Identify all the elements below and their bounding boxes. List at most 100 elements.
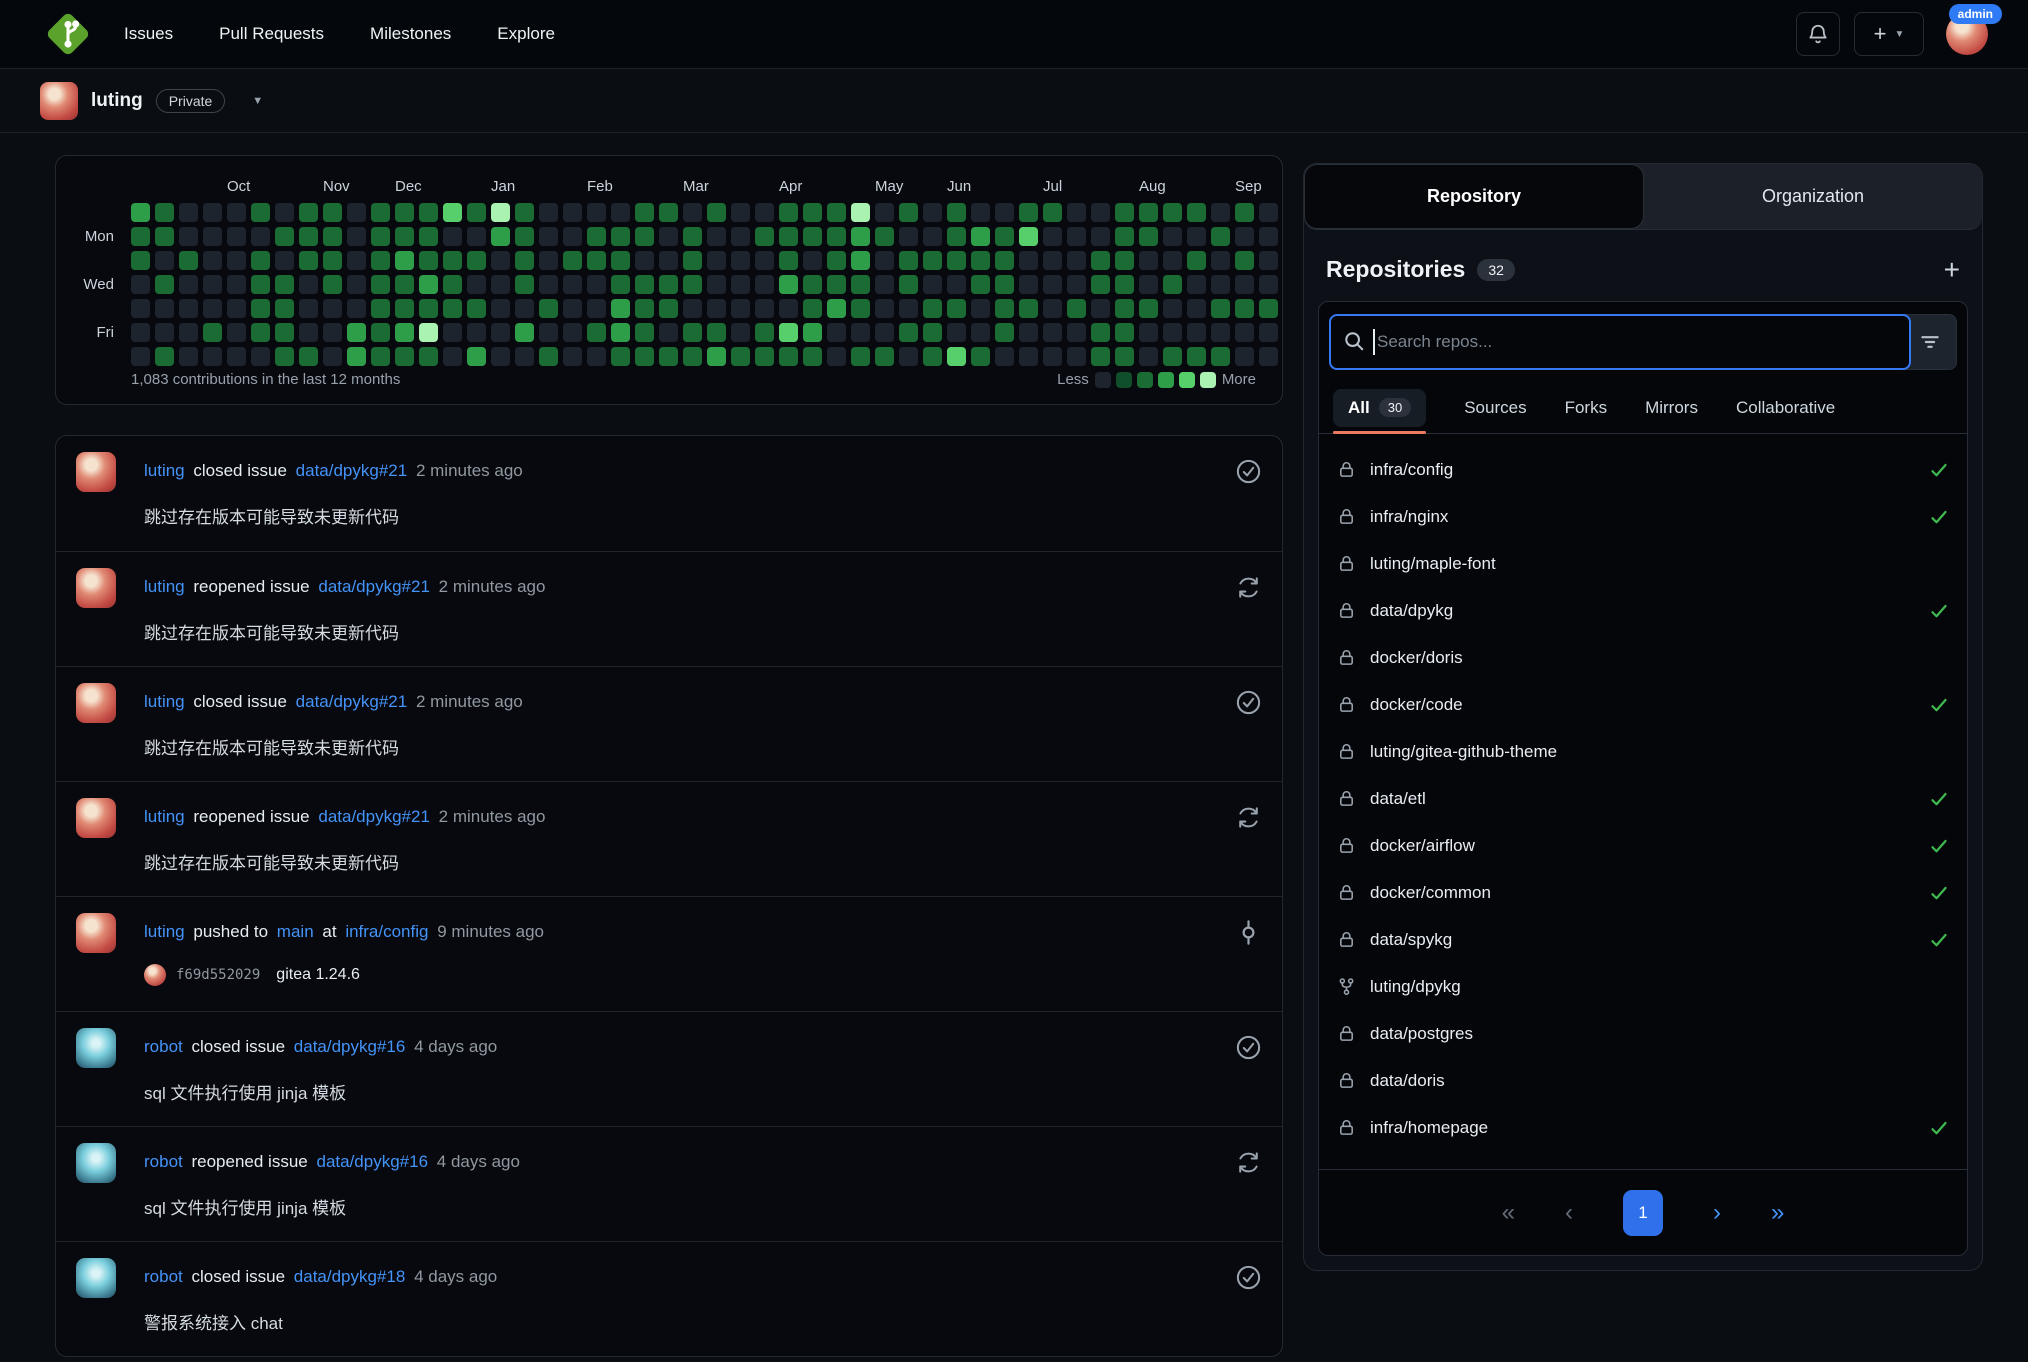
heatmap-cell[interactable] bbox=[1139, 299, 1158, 318]
heatmap-cell[interactable] bbox=[539, 299, 558, 318]
heatmap-cell[interactable] bbox=[467, 203, 486, 222]
heatmap-cell[interactable] bbox=[539, 251, 558, 270]
repo-row[interactable]: infra/nginx bbox=[1319, 493, 1967, 540]
heatmap-cell[interactable] bbox=[635, 227, 654, 246]
heatmap-cell[interactable] bbox=[1043, 251, 1062, 270]
heatmap-cell[interactable] bbox=[755, 227, 774, 246]
heatmap-cell[interactable] bbox=[251, 203, 270, 222]
heatmap-cell[interactable] bbox=[347, 275, 366, 294]
heatmap-cell[interactable] bbox=[323, 323, 342, 342]
actor-link[interactable]: robot bbox=[144, 1152, 183, 1171]
heatmap-cell[interactable] bbox=[443, 251, 462, 270]
heatmap-cell[interactable] bbox=[1235, 299, 1254, 318]
heatmap-cell[interactable] bbox=[419, 323, 438, 342]
heatmap-cell[interactable] bbox=[659, 251, 678, 270]
heatmap-cell[interactable] bbox=[611, 251, 630, 270]
heatmap-cell[interactable] bbox=[227, 251, 246, 270]
actor-link[interactable]: luting bbox=[144, 692, 185, 711]
heatmap-cell[interactable] bbox=[995, 251, 1014, 270]
heatmap-cell[interactable] bbox=[275, 299, 294, 318]
heatmap-cell[interactable] bbox=[947, 275, 966, 294]
heatmap-cell[interactable] bbox=[1163, 227, 1182, 246]
heatmap-cell[interactable] bbox=[635, 203, 654, 222]
heatmap-cell[interactable] bbox=[731, 227, 750, 246]
heatmap-cell[interactable] bbox=[491, 323, 510, 342]
heatmap-cell[interactable] bbox=[491, 203, 510, 222]
heatmap-cell[interactable] bbox=[683, 203, 702, 222]
heatmap-cell[interactable] bbox=[251, 323, 270, 342]
repo-filter-mirrors[interactable]: Mirrors bbox=[1645, 398, 1698, 418]
heatmap-cell[interactable] bbox=[371, 227, 390, 246]
heatmap-cell[interactable] bbox=[827, 203, 846, 222]
heatmap-cell[interactable] bbox=[731, 299, 750, 318]
heatmap-cell[interactable] bbox=[1235, 251, 1254, 270]
heatmap-cell[interactable] bbox=[1019, 227, 1038, 246]
heatmap-cell[interactable] bbox=[203, 227, 222, 246]
heatmap-cell[interactable] bbox=[1187, 347, 1206, 366]
heatmap-cell[interactable] bbox=[563, 275, 582, 294]
heatmap-cell[interactable] bbox=[419, 275, 438, 294]
actor-link[interactable]: luting bbox=[144, 807, 185, 826]
heatmap-cell[interactable] bbox=[299, 227, 318, 246]
heatmap-cell[interactable] bbox=[803, 203, 822, 222]
heatmap-cell[interactable] bbox=[395, 251, 414, 270]
heatmap-cell[interactable] bbox=[683, 323, 702, 342]
heatmap-cell[interactable] bbox=[419, 203, 438, 222]
actor-avatar[interactable] bbox=[76, 798, 116, 838]
nav-link-explore[interactable]: Explore bbox=[497, 24, 555, 44]
heatmap-cell[interactable] bbox=[251, 227, 270, 246]
heatmap-cell[interactable] bbox=[875, 203, 894, 222]
pagination-next-button[interactable]: › bbox=[1713, 1199, 1721, 1227]
heatmap-cell[interactable] bbox=[683, 227, 702, 246]
heatmap-cell[interactable] bbox=[1043, 323, 1062, 342]
heatmap-cell[interactable] bbox=[995, 227, 1014, 246]
heatmap-cell[interactable] bbox=[1019, 275, 1038, 294]
repo-name-link[interactable]: docker/code bbox=[1370, 695, 1463, 715]
heatmap-cell[interactable] bbox=[419, 299, 438, 318]
heatmap-cell[interactable] bbox=[851, 299, 870, 318]
heatmap-cell[interactable] bbox=[1259, 299, 1278, 318]
heatmap-cell[interactable] bbox=[299, 275, 318, 294]
heatmap-cell[interactable] bbox=[803, 251, 822, 270]
heatmap-cell[interactable] bbox=[131, 323, 150, 342]
target-link[interactable]: data/dpykg#21 bbox=[296, 461, 408, 480]
heatmap-cell[interactable] bbox=[1211, 251, 1230, 270]
heatmap-cell[interactable] bbox=[467, 227, 486, 246]
heatmap-cell[interactable] bbox=[995, 347, 1014, 366]
heatmap-cell[interactable] bbox=[1091, 203, 1110, 222]
heatmap-cell[interactable] bbox=[707, 275, 726, 294]
heatmap-cell[interactable] bbox=[1019, 299, 1038, 318]
heatmap-cell[interactable] bbox=[131, 347, 150, 366]
repo-filter-button[interactable] bbox=[1903, 314, 1957, 370]
heatmap-cell[interactable] bbox=[947, 299, 966, 318]
heatmap-cell[interactable] bbox=[203, 299, 222, 318]
heatmap-cell[interactable] bbox=[899, 251, 918, 270]
commit-hash-link[interactable]: f69d552029 bbox=[176, 967, 260, 983]
repo-name-link[interactable]: luting/gitea-github-theme bbox=[1370, 742, 1557, 762]
heatmap-cell[interactable] bbox=[755, 299, 774, 318]
repo-name-link[interactable]: data/etl bbox=[1370, 789, 1426, 809]
heatmap-cell[interactable] bbox=[1091, 323, 1110, 342]
heatmap-cell[interactable] bbox=[275, 347, 294, 366]
heatmap-cell[interactable] bbox=[251, 347, 270, 366]
heatmap-cell[interactable] bbox=[515, 251, 534, 270]
heatmap-cell[interactable] bbox=[755, 275, 774, 294]
target-link[interactable]: data/dpykg#16 bbox=[316, 1152, 428, 1171]
heatmap-cell[interactable] bbox=[1163, 323, 1182, 342]
heatmap-cell[interactable] bbox=[1067, 347, 1086, 366]
heatmap-cell[interactable] bbox=[227, 275, 246, 294]
repo-filter-sources[interactable]: Sources bbox=[1464, 398, 1526, 418]
heatmap-cell[interactable] bbox=[347, 203, 366, 222]
heatmap-cell[interactable] bbox=[131, 227, 150, 246]
heatmap-cell[interactable] bbox=[923, 275, 942, 294]
actor-avatar[interactable] bbox=[76, 452, 116, 492]
heatmap-cell[interactable] bbox=[755, 347, 774, 366]
issue-title-text[interactable]: sql 文件执行使用 jinja 模板 bbox=[144, 1194, 346, 1219]
heatmap-cell[interactable] bbox=[899, 227, 918, 246]
heatmap-cell[interactable] bbox=[1235, 203, 1254, 222]
heatmap-cell[interactable] bbox=[923, 203, 942, 222]
heatmap-cell[interactable] bbox=[371, 347, 390, 366]
issue-title-text[interactable]: 警报系统接入 chat bbox=[144, 1309, 283, 1334]
repo-name-link[interactable]: docker/doris bbox=[1370, 648, 1463, 668]
heatmap-cell[interactable] bbox=[275, 275, 294, 294]
